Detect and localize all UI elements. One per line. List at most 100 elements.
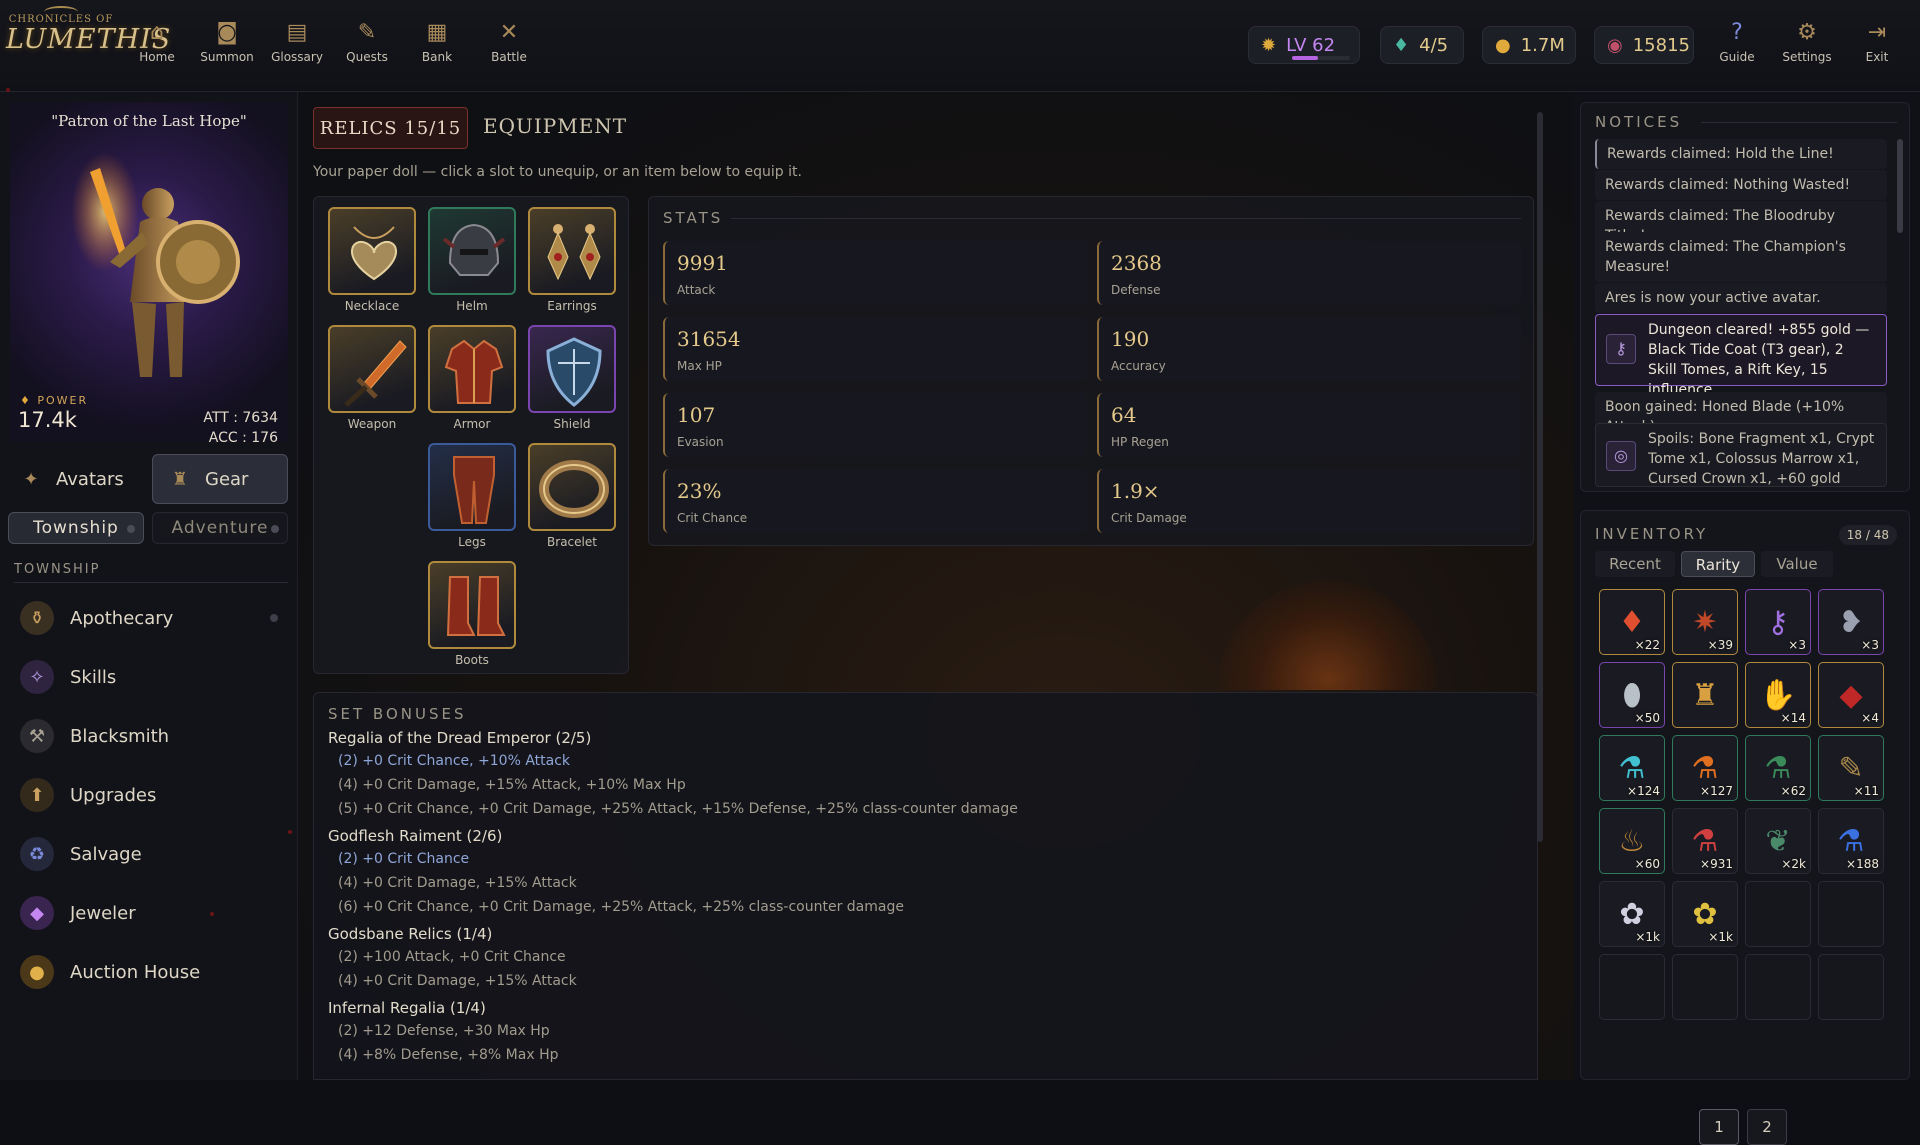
township-tab[interactable]: Township xyxy=(8,512,144,544)
item-quantity: ×188 xyxy=(1846,857,1879,871)
set-bonuses-header: SET BONUSES xyxy=(328,705,467,723)
scroll-icon: ✎ xyxy=(357,20,377,45)
warrior-avatar-image xyxy=(71,152,240,377)
relics-tab[interactable]: RELICS 15/15 xyxy=(313,107,468,149)
inventory-tab-recent[interactable]: Recent xyxy=(1595,551,1675,577)
settings-button[interactable]: ⚙ Settings xyxy=(1772,18,1842,74)
inventory-item[interactable]: ⚗ ×188 xyxy=(1818,808,1884,874)
inventory-item[interactable]: ⚗ ×124 xyxy=(1599,735,1665,801)
nav-home[interactable]: ⌂ Home xyxy=(122,18,192,74)
inventory-item[interactable]: ✿ ×1k xyxy=(1599,881,1665,947)
exit-label: Exit xyxy=(1865,50,1889,64)
stat-label: Accuracy xyxy=(1111,359,1166,373)
stat-label: Evasion xyxy=(677,435,724,449)
inventory-empty-slot[interactable] xyxy=(1818,881,1884,947)
nav-quests[interactable]: ✎ Quests xyxy=(332,18,402,74)
township-skills[interactable]: ✧ Skills xyxy=(20,655,290,699)
inventory-item[interactable]: ⬮ ×50 xyxy=(1599,662,1665,728)
paper-doll: Necklace Helm Earrings Weapon Armor Shie… xyxy=(313,196,629,674)
avatar-portrait[interactable]: "Patron of the Last Hope" ♦ POWER 17.4k … xyxy=(10,102,288,442)
stat-label: Attack xyxy=(677,283,716,297)
township-blacksmith[interactable]: ⚒ Blacksmith xyxy=(20,714,290,758)
township-upgrades[interactable]: ⬆ Upgrades xyxy=(20,773,290,817)
page-2-button[interactable]: 2 xyxy=(1747,1109,1787,1145)
nav-summon[interactable]: ◙ Summon xyxy=(192,18,262,74)
page-1-button[interactable]: 1 xyxy=(1699,1109,1739,1145)
earrings-slot[interactable] xyxy=(528,207,616,295)
boots-slot[interactable] xyxy=(428,561,516,649)
set-name: Godflesh Raiment (2/6) xyxy=(328,827,503,845)
item-quantity: ×14 xyxy=(1780,711,1806,725)
necklace-slot[interactable] xyxy=(328,207,416,295)
set-bonus-line: (6) +0 Crit Chance, +0 Crit Damage, +25%… xyxy=(338,899,904,915)
inventory-item[interactable]: ♜ xyxy=(1672,662,1738,728)
bracelet-slot[interactable] xyxy=(528,443,616,531)
center-scrollbar[interactable] xyxy=(1537,112,1543,842)
equipment-tab[interactable]: EQUIPMENT xyxy=(483,114,627,138)
avatars-tab[interactable]: ✦ Avatars xyxy=(18,454,148,504)
inventory-item[interactable]: ◆ ×4 xyxy=(1818,662,1884,728)
inventory-empty-slot[interactable] xyxy=(1745,881,1811,947)
township-apothecary[interactable]: ⚱ Apothecary xyxy=(20,596,290,640)
nav-bank[interactable]: ▦ Bank xyxy=(402,18,472,74)
township-auction-house[interactable]: ● Auction House xyxy=(20,950,290,994)
set-name: Infernal Regalia (1/4) xyxy=(328,999,486,1017)
paper-doll-hint: Your paper doll — click a slot to unequi… xyxy=(313,164,802,180)
power-value: 17.4k xyxy=(18,408,77,432)
notices-scrollbar[interactable] xyxy=(1897,139,1903,233)
inventory-item[interactable]: ❥ ×3 xyxy=(1818,589,1884,655)
power-label: ♦ POWER xyxy=(20,394,89,407)
nav-glossary[interactable]: ▤ Glossary xyxy=(262,18,332,74)
stat-defense: 2368 Defense xyxy=(1097,241,1521,305)
inventory-item[interactable]: ⚷ ×3 xyxy=(1745,589,1811,655)
set-bonus-line: (4) +0 Crit Damage, +15% Attack, +10% Ma… xyxy=(338,777,686,793)
legs-slot[interactable] xyxy=(428,443,516,531)
fireplace-background xyxy=(1218,580,1438,690)
stat-label: Max HP xyxy=(677,359,722,373)
gold-text: 1.7M xyxy=(1520,34,1565,56)
adventure-tab-label: Adventure xyxy=(171,518,269,538)
adventure-tab[interactable]: Adventure xyxy=(152,512,288,544)
top-bar: CHRONICLES OF LUMETHIS ⌂ Home ◙ Summon ▤ Gl… xyxy=(0,0,1920,92)
inventory-item[interactable]: ♨ ×60 xyxy=(1599,808,1665,874)
item-quantity: ×22 xyxy=(1634,638,1660,652)
inventory-item[interactable]: ⚗ ×931 xyxy=(1672,808,1738,874)
guide-button[interactable]: ? Guide xyxy=(1702,18,1772,74)
set-bonus-line: (5) +0 Crit Chance, +0 Crit Damage, +25%… xyxy=(338,801,1018,817)
township-salvage[interactable]: ♻ Salvage xyxy=(20,832,290,876)
heart-amulet-icon xyxy=(351,226,397,281)
exit-button[interactable]: ⇥ Exit xyxy=(1842,18,1912,74)
stat-crit-chance: 23% Crit Chance xyxy=(663,469,1087,533)
armor-slot[interactable] xyxy=(428,325,516,413)
inventory-item[interactable]: ⚗ ×62 xyxy=(1745,735,1811,801)
inventory-item[interactable]: ✋ ×14 xyxy=(1745,662,1811,728)
stat-value: 1.9× xyxy=(1111,479,1160,503)
inventory-tab-rarity[interactable]: Rarity xyxy=(1681,551,1755,577)
inventory-empty-slot[interactable] xyxy=(1818,954,1884,1020)
inventory-item[interactable]: ❦ ×2k xyxy=(1745,808,1811,874)
inventory-tab-value[interactable]: Value xyxy=(1761,551,1833,577)
crystals-text: 15815 xyxy=(1632,34,1690,56)
chest-icon: ▦ xyxy=(426,20,448,45)
set-name: Godsbane Relics (1/4) xyxy=(328,925,493,943)
inventory-item[interactable]: ⚗ ×127 xyxy=(1672,735,1738,801)
inventory-item[interactable]: ♦ ×22 xyxy=(1599,589,1665,655)
helm-slot[interactable] xyxy=(428,207,516,295)
avatar-title: "Patron of the Last Hope" xyxy=(51,112,247,130)
inventory-item[interactable]: ✿ ×1k xyxy=(1672,881,1738,947)
inventory-empty-slot[interactable] xyxy=(1745,954,1811,1020)
shield-slot[interactable] xyxy=(528,325,616,413)
inventory-item[interactable]: ✷ ×39 xyxy=(1672,589,1738,655)
item-quantity: ×1k xyxy=(1708,930,1733,944)
set-bonus-line: (4) +8% Defense, +8% Max Hp xyxy=(338,1047,559,1063)
township-jeweler[interactable]: ◆ Jeweler xyxy=(20,891,290,935)
gear-tab[interactable]: ♜ Gear xyxy=(152,454,288,504)
weapon-slot[interactable] xyxy=(328,325,416,413)
nav-summon-label: Summon xyxy=(200,50,254,64)
nav-battle[interactable]: ✕ Battle xyxy=(474,18,544,74)
inventory-empty-slot[interactable] xyxy=(1672,954,1738,1020)
inventory-empty-slot[interactable] xyxy=(1599,954,1665,1020)
gems-text: 4/5 xyxy=(1419,34,1449,56)
inventory-item[interactable]: ✎ ×11 xyxy=(1818,735,1884,801)
stat-max-hp: 31654 Max HP xyxy=(663,317,1087,381)
